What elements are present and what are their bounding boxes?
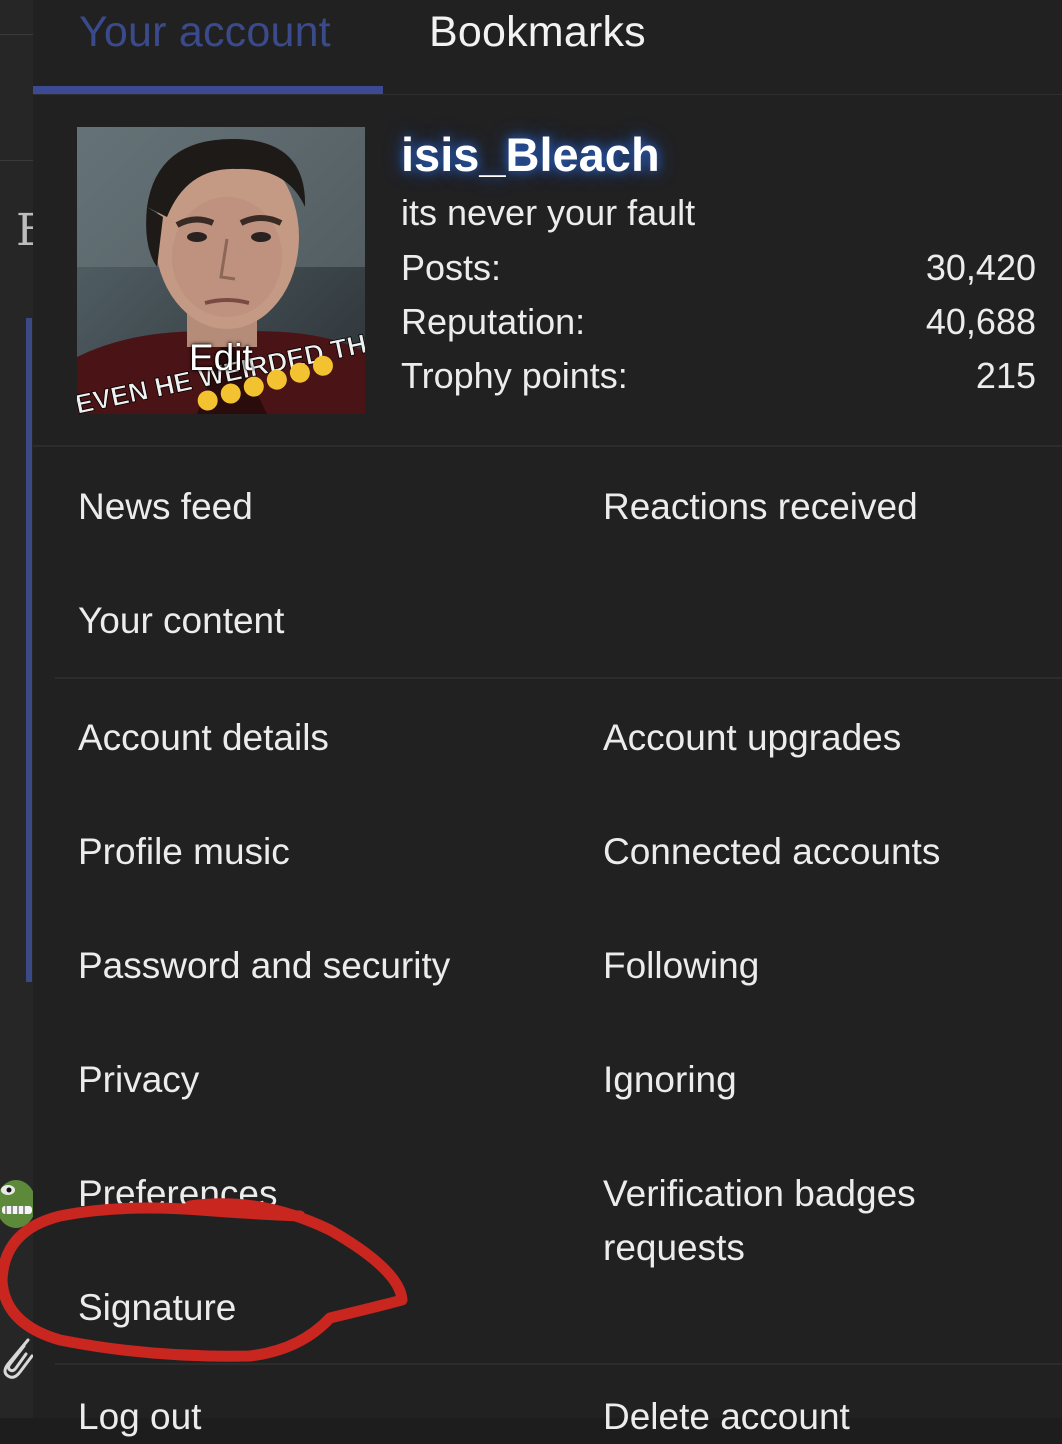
- stat-label-posts: Posts:: [401, 247, 502, 288]
- menu-link-delete-account[interactable]: Delete account: [603, 1390, 1023, 1444]
- verification-label-line1: Verification badges: [603, 1173, 916, 1214]
- stat-value-posts[interactable]: 30,420: [926, 247, 1036, 289]
- menu-link-privacy[interactable]: Privacy: [78, 1053, 199, 1107]
- avatar-edit-label[interactable]: Edit: [189, 337, 253, 379]
- stat-value-reputation[interactable]: 40,688: [926, 301, 1036, 343]
- profile-summary: EVEN HE WEIRDED TH Edit isis_Bleach its …: [33, 95, 1062, 447]
- verification-label-line2: requests: [603, 1227, 745, 1268]
- menu-link-account-upgrades[interactable]: Account upgrades: [603, 711, 1023, 765]
- tab-your-account[interactable]: Your account: [79, 8, 331, 57]
- menu-link-verification-badges-requests[interactable]: Verification badges requests: [603, 1167, 1023, 1275]
- stat-label-reputation: Reputation:: [401, 301, 586, 342]
- section-divider: [55, 1363, 1062, 1365]
- user-status-text: its never your fault: [401, 192, 696, 233]
- menu-link-signature[interactable]: Signature: [78, 1281, 236, 1335]
- avatar[interactable]: EVEN HE WEIRDED TH Edit: [77, 127, 365, 414]
- menu-link-reactions-received[interactable]: Reactions received: [603, 480, 1023, 534]
- menu-link-password-security[interactable]: Password and security: [78, 939, 450, 993]
- background-divider: [0, 34, 33, 35]
- menu-link-news-feed[interactable]: News feed: [78, 480, 253, 534]
- background-accent-bar: [26, 318, 32, 982]
- paperclip-icon[interactable]: [0, 1334, 34, 1380]
- tab-bookmarks[interactable]: Bookmarks: [429, 8, 646, 57]
- menu-link-following[interactable]: Following: [603, 939, 1023, 993]
- menu-tabs: Your account Bookmarks: [33, 0, 1062, 95]
- menu-link-ignoring[interactable]: Ignoring: [603, 1053, 1023, 1107]
- username-link[interactable]: isis_Bleach: [401, 127, 660, 182]
- menu-link-connected-accounts[interactable]: Connected accounts: [603, 825, 1023, 879]
- menu-link-your-content[interactable]: Your content: [78, 594, 284, 648]
- background-page-strip: E: [0, 0, 48, 1418]
- section-divider: [55, 677, 1062, 679]
- frog-emoji-icon: [0, 1180, 33, 1228]
- menu-link-preferences[interactable]: Preferences: [78, 1167, 278, 1221]
- active-tab-indicator: [33, 86, 383, 94]
- menu-link-log-out[interactable]: Log out: [78, 1390, 201, 1444]
- stat-label-trophy-points: Trophy points:: [401, 355, 628, 396]
- menu-link-profile-music[interactable]: Profile music: [78, 825, 290, 879]
- stat-value-trophy-points[interactable]: 215: [976, 355, 1036, 397]
- account-menu-panel: Your account Bookmarks EVEN HE WEIRDED T…: [33, 0, 1062, 1437]
- menu-link-account-details[interactable]: Account details: [78, 711, 329, 765]
- background-divider: [0, 160, 33, 161]
